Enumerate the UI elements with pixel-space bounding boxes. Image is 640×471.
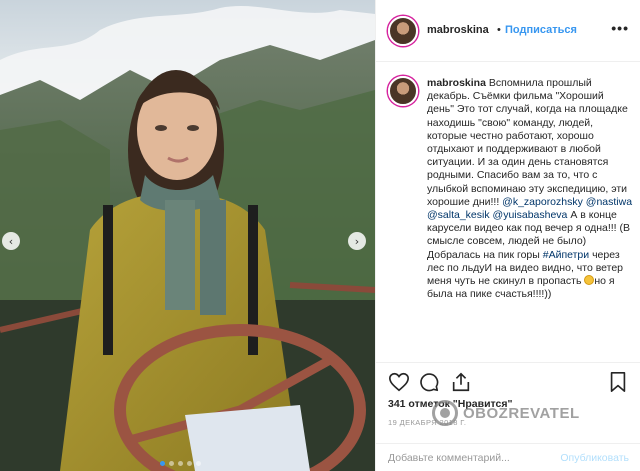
post-username[interactable]: mabroskina (427, 24, 489, 36)
hashtag-link[interactable]: #Айпетри (543, 249, 589, 261)
carousel-indicator (160, 461, 201, 466)
heart-icon[interactable] (388, 371, 410, 393)
carousel-dot (196, 461, 201, 466)
bookmark-icon[interactable] (607, 371, 629, 393)
mention-link[interactable]: @yuisabasheva (493, 209, 568, 221)
publish-button[interactable]: Опубликовать (560, 452, 629, 464)
mention-link[interactable]: @k_zaporozhsky (502, 196, 583, 208)
mention-link[interactable]: @salta_kesik (427, 209, 490, 221)
comment-form: Опубликовать (376, 443, 640, 471)
post-header: mabroskina • Подписаться ••• (376, 0, 640, 62)
post-caption: mabroskina Вспомнила прошлый декабрь. Съ… (427, 77, 633, 301)
carousel-dot (160, 461, 165, 466)
share-icon[interactable] (450, 371, 472, 393)
carousel-dot (178, 461, 183, 466)
carousel-next-button[interactable]: › (348, 232, 366, 250)
post-photo[interactable]: ‹ › (0, 0, 375, 471)
carousel-dot (169, 461, 174, 466)
avatar[interactable] (388, 16, 418, 46)
more-horizontal-icon[interactable]: ••• (611, 20, 629, 36)
caption-username[interactable]: mabroskina (427, 77, 486, 89)
caption-text: Вспомнила прошлый декабрь. Съёмки фильма… (427, 77, 628, 208)
action-bar (376, 362, 640, 398)
follow-button[interactable]: Подписаться (505, 24, 577, 36)
comment-input[interactable] (388, 450, 558, 466)
carousel-prev-button[interactable]: ‹ (2, 232, 20, 250)
watermark: OBOZREVATEL (432, 400, 580, 426)
watermark-text: OBOZREVATEL (463, 404, 580, 422)
chevron-right-icon: › (354, 234, 360, 248)
caption-avatar[interactable] (388, 76, 418, 106)
separator-dot: • (497, 24, 501, 36)
comment-bubble-icon[interactable] (418, 371, 440, 393)
chevron-left-icon: ‹ (8, 234, 14, 248)
mention-link[interactable]: @nastiwa (586, 196, 632, 208)
emoji-icon (584, 275, 595, 286)
photo-illustration (0, 0, 375, 471)
comments-area[interactable]: mabroskina Вспомнила прошлый декабрь. Съ… (376, 62, 640, 362)
watermark-logo-icon (432, 400, 458, 426)
carousel-dot (187, 461, 192, 466)
